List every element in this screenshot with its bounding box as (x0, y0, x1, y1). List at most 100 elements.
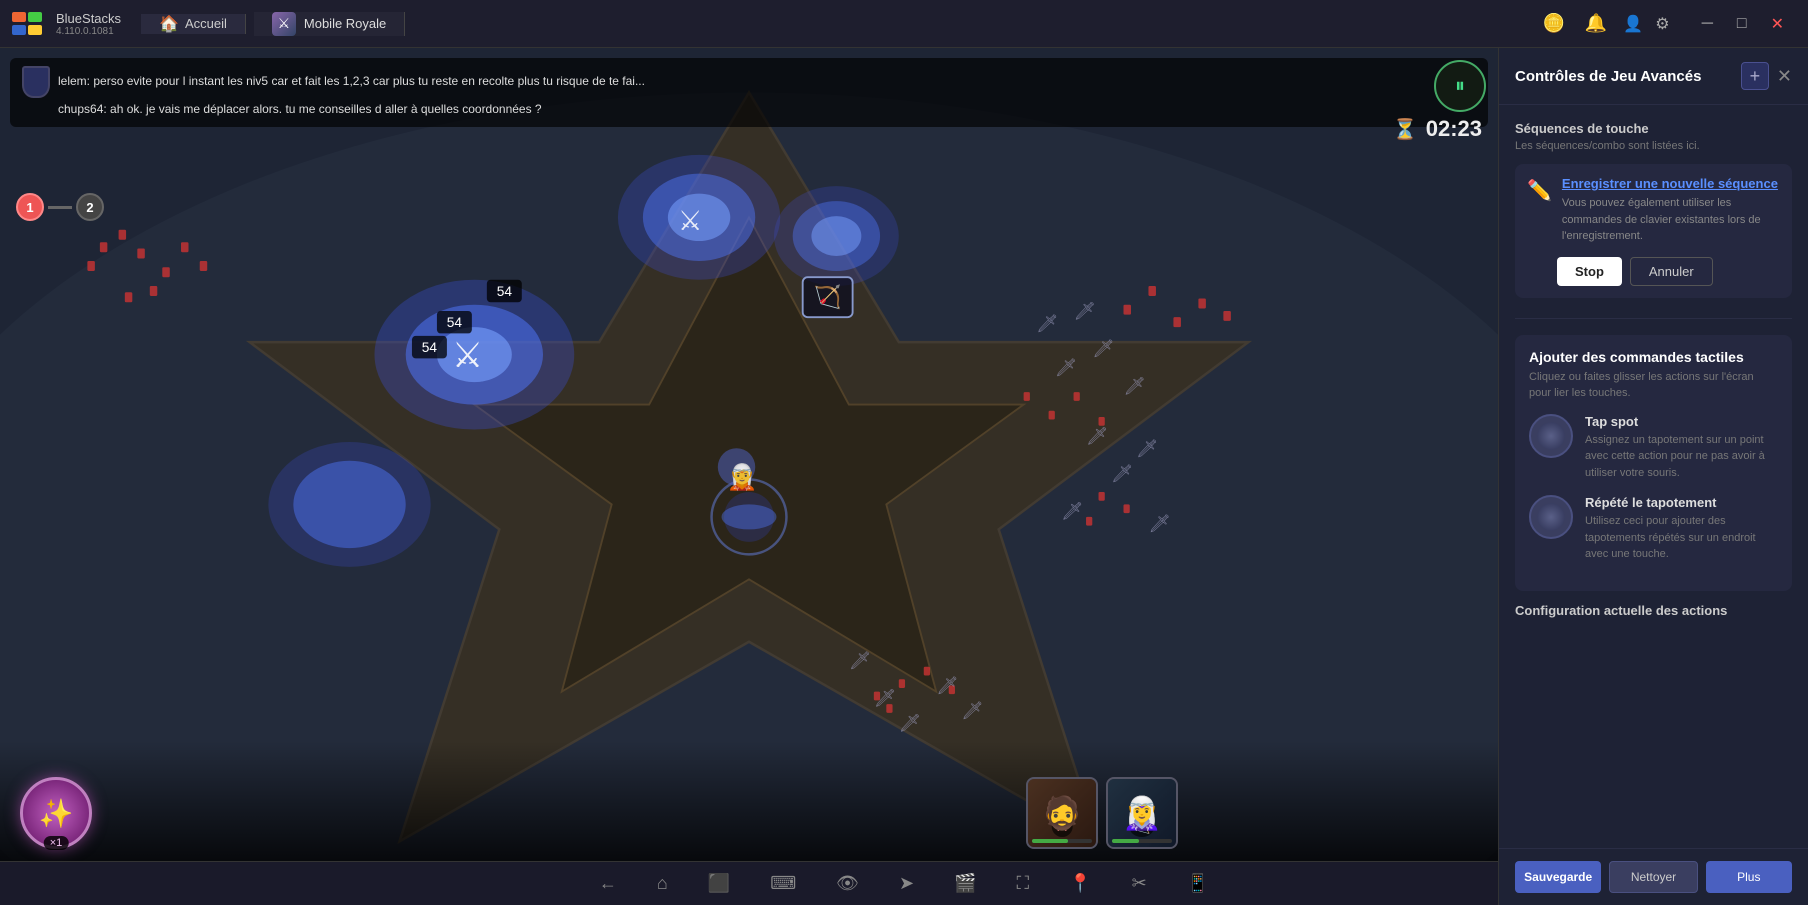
timer-icon: ⏳ (1393, 117, 1418, 142)
svg-text:🗡: 🗡 (1148, 513, 1170, 533)
camera-button[interactable]: 🎬 (946, 867, 984, 900)
minimize-button[interactable]: ─ (1694, 10, 1721, 38)
view-button[interactable]: 👁 (828, 867, 867, 900)
svg-text:🗡: 🗡 (1055, 357, 1077, 377)
hero2-hp-fill (1112, 839, 1139, 843)
tab-home-label: Accueil (185, 16, 227, 31)
timer-value: 02:23 (1426, 116, 1482, 142)
scissors-button[interactable]: ✂ (1124, 867, 1155, 900)
panel-footer: Sauvegarde Nettoyer Plus (1499, 848, 1808, 905)
repeat-tap-name: Répété le tapotement (1585, 495, 1778, 510)
location-button[interactable]: 📍 (1061, 867, 1099, 900)
record-description: Vous pouvez également utiliser les comma… (1562, 195, 1780, 245)
save-button[interactable]: Sauvegarde (1515, 861, 1601, 893)
sequences-title: Séquences de touche (1515, 121, 1792, 136)
title-bar: BlueStacks 4.110.0.1081 🏠 Accueil ⚔ Mobi… (0, 0, 1808, 48)
chat-overlay: lelem: perso evite pour l instant les ni… (10, 58, 1488, 127)
tap-spot-desc: Assignez un tapotement sur un point avec… (1585, 432, 1778, 482)
sequences-section: Séquences de touche Les séquences/combo … (1515, 121, 1792, 298)
hero1-hp-bar (1032, 839, 1092, 843)
hero-1-portrait[interactable]: 🧔 ⚔ (1026, 777, 1098, 849)
step-1: 1 (16, 193, 44, 221)
cursor-button[interactable]: ➤ (891, 867, 922, 900)
svg-text:54: 54 (497, 284, 513, 299)
user-icon[interactable]: 👤 (1623, 14, 1643, 34)
logo-green (28, 12, 42, 22)
svg-text:🗡: 🗡 (1124, 376, 1146, 396)
svg-text:🗡: 🗡 (1036, 314, 1058, 334)
skill-count: ×1 (44, 836, 69, 850)
panel-close-button[interactable]: ✕ (1777, 62, 1792, 90)
logo-blue (12, 25, 26, 35)
step-indicators: 1 2 (16, 193, 104, 221)
svg-text:🗡: 🗡 (1061, 501, 1083, 521)
step-line (48, 206, 72, 209)
skill-icon: ✨ (39, 797, 74, 830)
clean-button[interactable]: Nettoyer (1609, 861, 1697, 893)
bottom-hud: ✨ ×1 🧔 ⚔ 🧝‍♀️ 🏹 (0, 741, 1498, 861)
chat-line-2: chups64: ah ok. je vais me déplacer alor… (58, 102, 542, 116)
tactile-title: Ajouter des commandes tactiles (1529, 349, 1778, 365)
svg-text:🗡: 🗡 (1092, 339, 1114, 359)
tap-spot-name: Tap spot (1585, 414, 1778, 429)
game-tab-icon: ⚔ (272, 12, 296, 36)
tab-game[interactable]: ⚔ Mobile Royale (254, 12, 405, 36)
svg-text:🗡: 🗡 (899, 713, 921, 733)
record-actions: Stop Annuler (1527, 257, 1780, 286)
chat-line-1: lelem: perso evite pour l instant les ni… (58, 72, 645, 91)
notification-icon[interactable]: 🔔 (1585, 13, 1607, 34)
panel-header: Contrôles de Jeu Avancés + ✕ (1499, 48, 1808, 105)
map-svg: ⚔ 54 54 54 ⚔ 🏹 (0, 48, 1498, 861)
main-layout: ⚔ 54 54 54 ⚔ 🏹 (0, 48, 1808, 861)
pause-button[interactable]: ⏸ (1434, 60, 1486, 112)
svg-text:🧝: 🧝 (727, 463, 758, 492)
maximize-button[interactable]: □ (1729, 10, 1755, 38)
panel-title: Contrôles de Jeu Avancés (1515, 68, 1701, 85)
svg-text:⚔: ⚔ (452, 336, 483, 375)
panel-content: Séquences de touche Les séquences/combo … (1499, 105, 1808, 848)
config-section: Configuration actuelle des actions (1515, 603, 1792, 618)
hero-portraits: 🧔 ⚔ 🧝‍♀️ 🏹 (1026, 777, 1178, 849)
fullscreen-button[interactable]: ⛶ (1009, 867, 1038, 900)
close-button[interactable]: ✕ (1763, 10, 1792, 38)
svg-text:🗡: 🗡 (1074, 301, 1096, 321)
svg-text:🗡: 🗡 (1111, 463, 1133, 483)
record-sequence-link[interactable]: Enregistrer une nouvelle séquence (1562, 176, 1780, 191)
mobile-button[interactable]: 📱 (1179, 867, 1217, 900)
tap-spot-item: Tap spot Assignez un tapotement sur un p… (1529, 414, 1778, 482)
tab-game-label: Mobile Royale (304, 16, 386, 31)
svg-text:🗡: 🗡 (1136, 438, 1158, 458)
keyboard-button[interactable]: ⌨ (762, 867, 804, 900)
gear-icon[interactable]: ⚙ (1655, 14, 1669, 34)
timer-area: ⏳ 02:23 (1393, 116, 1482, 142)
home-button[interactable]: ⌂ (649, 867, 676, 900)
home-icon: 🏠 (159, 14, 179, 34)
tab-home[interactable]: 🏠 Accueil (141, 14, 246, 34)
svg-text:🗡: 🗡 (1086, 426, 1108, 446)
tap-spot-circle (1529, 414, 1573, 458)
pencil-icon: ✏️ (1527, 178, 1552, 203)
repeat-tap-inner (1537, 503, 1565, 531)
cancel-button[interactable]: Annuler (1630, 257, 1713, 286)
repeat-tap-item: Répété le tapotement Utilisez ceci pour … (1529, 495, 1778, 563)
svg-text:54: 54 (422, 340, 438, 355)
hero1-hp-fill (1032, 839, 1068, 843)
config-title: Configuration actuelle des actions (1515, 603, 1792, 618)
logo-red (12, 12, 26, 22)
tactile-desc: Cliquez ou faites glisser les actions su… (1529, 369, 1778, 402)
add-sequence-button[interactable]: + (1741, 62, 1769, 90)
hero2-face: 🧝‍♀️ (1122, 794, 1162, 832)
section-divider (1515, 318, 1792, 319)
hero-2-portrait[interactable]: 🧝‍♀️ 🏹 (1106, 777, 1178, 849)
game-viewport[interactable]: ⚔ 54 54 54 ⚔ 🏹 (0, 48, 1498, 861)
hero-skill-button[interactable]: ✨ ×1 (20, 777, 92, 849)
screen-button[interactable]: ⬛ (700, 867, 738, 900)
logo-yellow (28, 25, 42, 35)
sequences-subtitle: Les séquences/combo sont listées ici. (1515, 140, 1792, 152)
close-icon: ✕ (1777, 66, 1792, 86)
svg-text:⚔: ⚔ (678, 205, 703, 236)
pause-icon: ⏸ (1455, 75, 1465, 98)
stop-button[interactable]: Stop (1557, 257, 1622, 286)
more-button[interactable]: Plus (1706, 861, 1792, 893)
back-button[interactable]: ← (591, 867, 625, 900)
